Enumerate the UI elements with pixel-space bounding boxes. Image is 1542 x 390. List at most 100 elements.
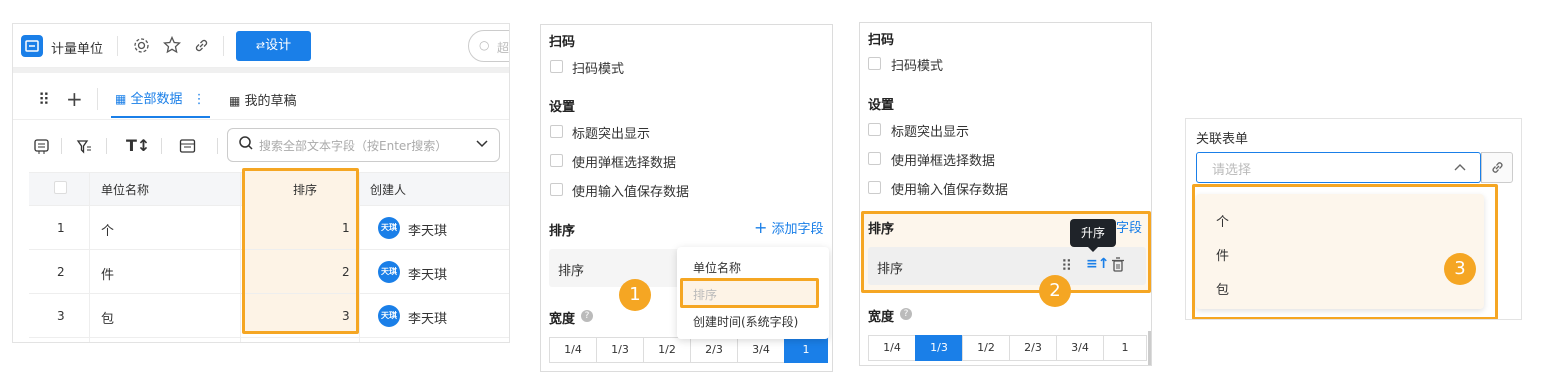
link-icon xyxy=(1490,160,1505,179)
add-field-button[interactable]: + 添加字段 xyxy=(754,218,824,237)
width-option[interactable]: 1/3 xyxy=(596,337,644,363)
cell-name[interactable]: 个 xyxy=(101,220,114,239)
more-vertical-icon[interactable]: ⋮ xyxy=(193,92,206,107)
dropdown-item-outline xyxy=(680,278,819,308)
drag-handle-icon[interactable]: ⠿ xyxy=(38,90,50,109)
width-option-selected[interactable]: 1 xyxy=(784,337,828,363)
width-option[interactable]: 3/4 xyxy=(737,337,785,363)
width-option[interactable]: 1/2 xyxy=(962,335,1010,361)
column-header-name[interactable]: 单位名称 xyxy=(101,181,149,198)
cell-creator[interactable]: 李天琪 xyxy=(408,308,447,327)
option-label: 使用输入值保存数据 xyxy=(572,185,690,200)
chevron-down-icon[interactable] xyxy=(475,137,489,155)
tab-all-data-label: 全部数据 xyxy=(130,92,183,107)
tab-all-data[interactable]: ▦ 全部数据 ⋮ xyxy=(111,84,210,118)
gear-icon[interactable] xyxy=(133,37,150,58)
add-view-icon[interactable]: + xyxy=(66,87,83,111)
width-option[interactable]: 1/2 xyxy=(643,337,691,363)
star-icon[interactable] xyxy=(162,35,182,58)
width-option[interactable]: 1 xyxy=(1103,335,1147,361)
table-icon: ▦ xyxy=(229,94,241,108)
view-search-placeholder: 搜索全部文本字段（按Enter搜索） xyxy=(259,139,448,153)
dropdown-item[interactable]: 创建时间(系统字段) xyxy=(693,313,798,330)
scrollbar[interactable] xyxy=(1148,331,1151,365)
form-options-outline xyxy=(1192,184,1498,319)
tooltip-arrow xyxy=(1088,247,1098,252)
width-section-title: 宽度 xyxy=(868,310,895,325)
dropdown-item[interactable]: 单位名称 xyxy=(693,259,741,276)
divider xyxy=(161,138,162,154)
app-title: 计量单位 xyxy=(51,42,104,57)
scan-mode-checkbox[interactable] xyxy=(868,57,881,70)
form-label: 关联表单 xyxy=(1196,132,1249,147)
sort-icon[interactable]: T↕ xyxy=(126,136,150,155)
width-section-title: 宽度 xyxy=(549,312,576,327)
select-all-checkbox[interactable] xyxy=(54,181,67,194)
cell-name[interactable]: 包 xyxy=(101,308,114,327)
settings-panel-1: 扫码 扫码模式 设置 标题突出显示 使用弹框选择数据 使用输入值保存数据 排序 … xyxy=(540,24,833,372)
divider xyxy=(223,36,224,56)
option-checkbox[interactable] xyxy=(868,181,881,194)
divider xyxy=(106,138,107,154)
design-icon: ⇄ xyxy=(255,39,266,52)
width-option[interactable]: 3/4 xyxy=(1056,335,1104,361)
link-icon[interactable] xyxy=(193,37,210,58)
app-header: 计量单位 ⇄设计 ○ 超 xyxy=(13,24,509,68)
option-checkbox[interactable] xyxy=(550,183,563,196)
search-icon: ○ xyxy=(479,38,490,52)
plus-icon: + xyxy=(754,218,768,237)
link-button[interactable] xyxy=(1481,152,1513,183)
filter-icon[interactable] xyxy=(76,138,93,159)
row-height-icon[interactable] xyxy=(33,138,50,159)
columns-icon[interactable] xyxy=(179,138,196,159)
step-badge: 1 xyxy=(619,279,651,311)
sort-column-outline xyxy=(242,168,359,334)
option-checkbox[interactable] xyxy=(550,154,563,167)
sort-section-title: 排序 xyxy=(549,224,576,239)
chevron-up-icon xyxy=(1453,161,1467,179)
scan-mode-label: 扫码模式 xyxy=(572,62,625,77)
avatar: 天琪 xyxy=(378,217,400,239)
add-field-label: 添加字段 xyxy=(771,222,824,237)
column-header-creator[interactable]: 创建人 xyxy=(370,181,406,198)
help-icon[interactable]: ? xyxy=(900,308,912,320)
settings-section-title: 设置 xyxy=(549,100,576,115)
width-option-selected[interactable]: 1/3 xyxy=(915,335,963,361)
divider xyxy=(117,36,118,56)
design-button[interactable]: ⇄设计 xyxy=(236,31,311,61)
width-option[interactable]: 1/4 xyxy=(868,335,916,361)
scan-section-title: 扫码 xyxy=(868,33,895,48)
avatar: 天琪 xyxy=(378,261,400,283)
form-select[interactable]: 请选择 xyxy=(1196,152,1481,183)
header-shadow xyxy=(13,68,509,73)
width-option[interactable]: 2/3 xyxy=(690,337,738,363)
sort-row-label: 排序 xyxy=(558,264,585,279)
width-option[interactable]: 1/4 xyxy=(549,337,597,363)
view-search-input[interactable]: 搜索全部文本字段（按Enter搜索） xyxy=(227,128,500,162)
width-option[interactable]: 2/3 xyxy=(1009,335,1057,361)
cell-creator[interactable]: 李天琪 xyxy=(408,264,447,283)
help-icon[interactable]: ? xyxy=(581,310,593,322)
option-label: 标题突出显示 xyxy=(891,125,970,140)
tooltip-text: 升序 xyxy=(1080,226,1105,240)
step-badge: 3 xyxy=(1444,253,1476,285)
cell-name[interactable]: 件 xyxy=(101,264,114,283)
option-label: 使用弹框选择数据 xyxy=(572,156,677,171)
option-checkbox[interactable] xyxy=(550,125,563,138)
option-checkbox[interactable] xyxy=(868,152,881,165)
form-panel: 关联表单 请选择 个 件 包 3 xyxy=(1185,118,1522,320)
row-index: 1 xyxy=(57,221,65,235)
option-checkbox[interactable] xyxy=(868,123,881,136)
scan-section-title: 扫码 xyxy=(549,35,576,50)
step-badge: 2 xyxy=(1039,275,1071,307)
scan-mode-label: 扫码模式 xyxy=(891,59,944,74)
scan-mode-checkbox[interactable] xyxy=(550,60,563,73)
tabs-divider xyxy=(13,119,509,120)
app-logo-icon xyxy=(21,35,43,57)
tab-drafts[interactable]: ▦ 我的草稿 xyxy=(229,90,297,109)
global-search-input[interactable]: ○ 超 xyxy=(468,30,509,62)
avatar: 天琪 xyxy=(378,305,400,327)
divider xyxy=(97,88,98,110)
option-label: 使用弹框选择数据 xyxy=(891,154,996,169)
cell-creator[interactable]: 李天琪 xyxy=(408,220,447,239)
